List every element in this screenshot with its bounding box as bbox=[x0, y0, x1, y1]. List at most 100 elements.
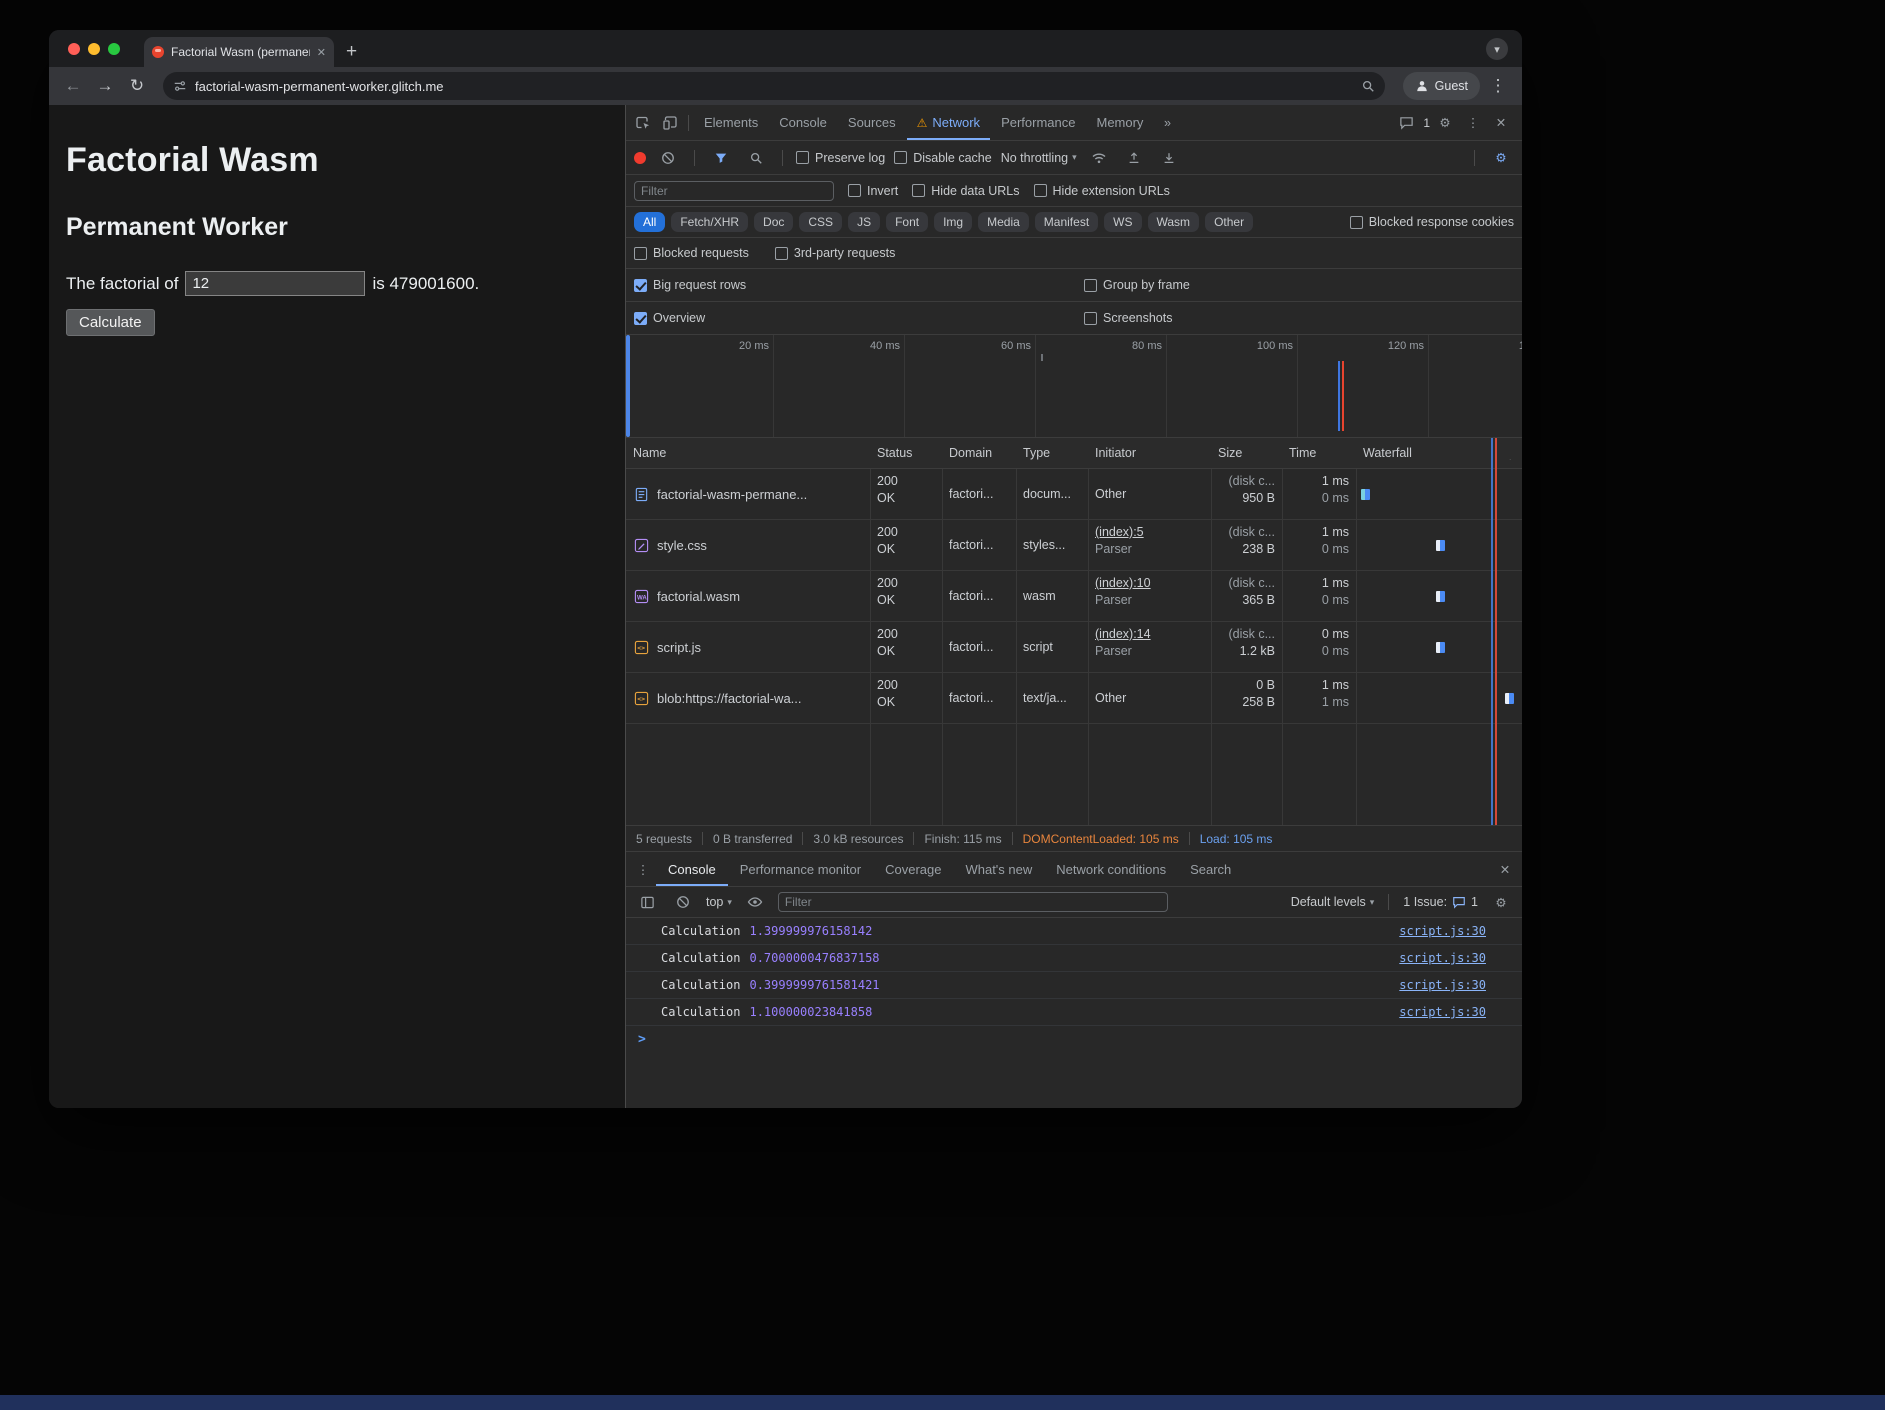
throttling-select[interactable]: No throttling ▾ bbox=[1001, 151, 1077, 165]
big-request-rows-checkbox[interactable]: Big request rows bbox=[634, 278, 746, 292]
close-window-button[interactable] bbox=[68, 43, 80, 55]
chip-wasm[interactable]: Wasm bbox=[1148, 212, 1200, 232]
drawer-tab-performance-monitor[interactable]: Performance monitor bbox=[728, 852, 873, 886]
tab-sources[interactable]: Sources bbox=[838, 105, 906, 140]
export-har-icon[interactable] bbox=[1156, 145, 1182, 171]
blocked-response-cookies-checkbox[interactable]: Blocked response cookies bbox=[1350, 215, 1514, 229]
hide-data-urls-checkbox[interactable]: Hide data URLs bbox=[912, 184, 1019, 198]
request-row-blob[interactable]: <> blob:https://factorial-wa... 200OK fa… bbox=[626, 673, 1522, 724]
filter-funnel-icon[interactable] bbox=[708, 145, 734, 171]
column-header-size[interactable]: Size bbox=[1211, 446, 1282, 460]
chip-ws[interactable]: WS bbox=[1104, 212, 1141, 232]
devtools-menu-kebab-icon[interactable]: ⋮ bbox=[1460, 110, 1486, 136]
request-row-stylesheet[interactable]: style.css 200OK factori... styles... (in… bbox=[626, 520, 1522, 571]
network-settings-gear-icon[interactable]: ⚙ bbox=[1488, 145, 1514, 171]
clear-console-icon[interactable] bbox=[670, 889, 696, 915]
console-log-entry[interactable]: Calculation 0.3999999761581421 script.js… bbox=[626, 972, 1522, 999]
maximize-window-button[interactable] bbox=[108, 43, 120, 55]
reload-button[interactable]: ↻ bbox=[123, 72, 151, 100]
tab-elements[interactable]: Elements bbox=[694, 105, 768, 140]
minimize-window-button[interactable] bbox=[88, 43, 100, 55]
record-network-log-button[interactable] bbox=[634, 152, 646, 164]
request-row-document[interactable]: factorial-wasm-permane... 200OK factori.… bbox=[626, 469, 1522, 520]
log-source-link[interactable]: script.js:30 bbox=[1399, 924, 1486, 938]
column-header-type[interactable]: Type bbox=[1016, 446, 1088, 460]
browser-menu-kebab-icon[interactable]: ⋮ bbox=[1484, 72, 1512, 100]
drawer-menu-kebab-icon[interactable]: ⋮ bbox=[630, 856, 656, 882]
devtools-settings-gear-icon[interactable]: ⚙ bbox=[1432, 110, 1458, 136]
devtools-close-icon[interactable]: ✕ bbox=[1488, 110, 1514, 136]
console-settings-gear-icon[interactable]: ⚙ bbox=[1488, 889, 1514, 915]
back-button[interactable]: ← bbox=[59, 72, 87, 100]
request-row-wasm[interactable]: WA factorial.wasm 200OK factori... wasm … bbox=[626, 571, 1522, 622]
third-party-requests-checkbox[interactable]: 3rd-party requests bbox=[775, 246, 895, 260]
screenshots-checkbox[interactable]: Screenshots bbox=[1084, 311, 1172, 325]
chip-js[interactable]: JS bbox=[848, 212, 880, 232]
drawer-tab-coverage[interactable]: Coverage bbox=[873, 852, 953, 886]
drawer-tab-console[interactable]: Console bbox=[656, 852, 728, 886]
column-header-domain[interactable]: Domain bbox=[942, 446, 1016, 460]
chip-manifest[interactable]: Manifest bbox=[1035, 212, 1098, 232]
timeline-drag-handle[interactable] bbox=[626, 335, 630, 437]
tab-memory[interactable]: Memory bbox=[1086, 105, 1153, 140]
invert-checkbox[interactable]: Invert bbox=[848, 184, 898, 198]
drawer-tab-search[interactable]: Search bbox=[1178, 852, 1243, 886]
console-log-entry[interactable]: Calculation 0.7000000476837158 script.js… bbox=[626, 945, 1522, 972]
chip-font[interactable]: Font bbox=[886, 212, 928, 232]
clear-network-log-icon[interactable] bbox=[655, 145, 681, 171]
group-by-frame-checkbox[interactable]: Group by frame bbox=[1084, 278, 1190, 292]
console-log-entry[interactable]: Calculation 1.399999976158142 script.js:… bbox=[626, 918, 1522, 945]
drawer-close-icon[interactable]: ✕ bbox=[1492, 856, 1518, 882]
preserve-log-checkbox[interactable]: Preserve log bbox=[796, 151, 885, 165]
request-row-script[interactable]: <> script.js 200OK factori... script (in… bbox=[626, 622, 1522, 673]
drawer-tab-network-conditions[interactable]: Network conditions bbox=[1044, 852, 1178, 886]
chip-all[interactable]: All bbox=[634, 212, 665, 232]
chip-other[interactable]: Other bbox=[1205, 212, 1253, 232]
console-eye-icon[interactable] bbox=[742, 889, 768, 915]
chip-fetch-xhr[interactable]: Fetch/XHR bbox=[671, 212, 748, 232]
console-log-entry[interactable]: Calculation 1.100000023841858 script.js:… bbox=[626, 999, 1522, 1026]
tab-close-icon[interactable]: ✕ bbox=[317, 46, 326, 59]
initiator-link[interactable]: (index):5 bbox=[1095, 524, 1204, 541]
issues-counter[interactable]: 1 Issue: 1 bbox=[1403, 895, 1478, 909]
network-filter-input[interactable] bbox=[634, 181, 834, 201]
tab-search-chevron-icon[interactable]: ▾ bbox=[1486, 38, 1508, 60]
new-tab-button[interactable]: + bbox=[346, 42, 357, 62]
browser-tab[interactable]: Factorial Wasm (permanent W ✕ bbox=[144, 37, 334, 67]
factorial-input[interactable] bbox=[185, 271, 365, 296]
column-header-name[interactable]: Name bbox=[626, 446, 870, 460]
initiator-link[interactable]: (index):10 bbox=[1095, 575, 1204, 592]
device-toolbar-icon[interactable] bbox=[657, 110, 683, 136]
console-context-select[interactable]: top ▾ bbox=[706, 895, 732, 909]
hide-extension-urls-checkbox[interactable]: Hide extension URLs bbox=[1034, 184, 1170, 198]
chip-media[interactable]: Media bbox=[978, 212, 1029, 232]
chip-img[interactable]: Img bbox=[934, 212, 972, 232]
network-conditions-icon[interactable] bbox=[1086, 145, 1112, 171]
column-header-waterfall[interactable]: Waterfall ▲ bbox=[1356, 446, 1522, 460]
zoom-icon[interactable] bbox=[1361, 79, 1375, 93]
overview-checkbox[interactable]: Overview bbox=[634, 311, 705, 325]
issues-bubble-icon[interactable] bbox=[1393, 110, 1419, 136]
column-header-initiator[interactable]: Initiator bbox=[1088, 446, 1211, 460]
tab-network[interactable]: ⚠ Network bbox=[907, 105, 990, 140]
profile-button[interactable]: Guest bbox=[1403, 72, 1480, 100]
search-network-icon[interactable] bbox=[743, 145, 769, 171]
console-filter-input[interactable] bbox=[778, 892, 1168, 912]
column-header-status[interactable]: Status bbox=[870, 446, 942, 460]
site-info-icon[interactable] bbox=[173, 79, 187, 93]
log-source-link[interactable]: script.js:30 bbox=[1399, 951, 1486, 965]
console-sidebar-icon[interactable] bbox=[634, 889, 660, 915]
chip-css[interactable]: CSS bbox=[799, 212, 842, 232]
more-tabs-icon[interactable]: » bbox=[1154, 110, 1180, 136]
drawer-tab-whats-new[interactable]: What's new bbox=[953, 852, 1044, 886]
tab-console[interactable]: Console bbox=[769, 105, 837, 140]
calculate-button[interactable]: Calculate bbox=[66, 309, 155, 336]
address-bar[interactable]: factorial-wasm-permanent-worker.glitch.m… bbox=[163, 72, 1385, 100]
log-source-link[interactable]: script.js:30 bbox=[1399, 1005, 1486, 1019]
log-source-link[interactable]: script.js:30 bbox=[1399, 978, 1486, 992]
blocked-requests-checkbox[interactable]: Blocked requests bbox=[634, 246, 749, 260]
tab-performance[interactable]: Performance bbox=[991, 105, 1085, 140]
initiator-link[interactable]: (index):14 bbox=[1095, 626, 1204, 643]
forward-button[interactable]: → bbox=[91, 72, 119, 100]
disable-cache-checkbox[interactable]: Disable cache bbox=[894, 151, 992, 165]
